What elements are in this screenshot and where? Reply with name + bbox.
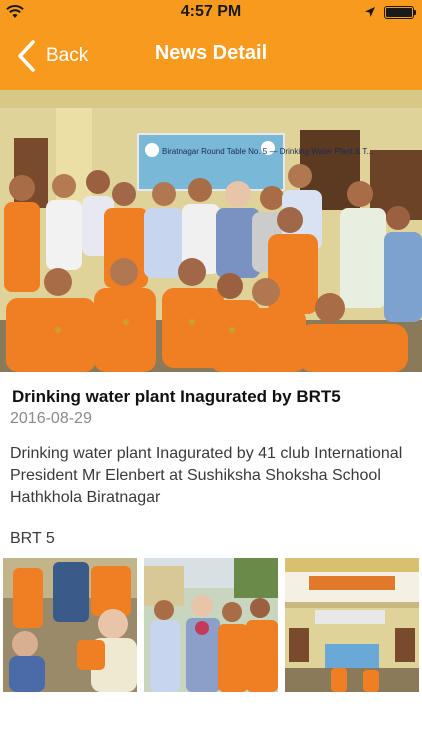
chevron-left-icon [18, 40, 35, 72]
gallery-photo-2[interactable] [144, 558, 278, 692]
news-title: Drinking water plant Inagurated by BRT5 [12, 387, 341, 406]
app-header: 4:57 PM Back News Detail [0, 0, 422, 90]
status-bar: 4:57 PM [0, 0, 422, 26]
banner-text: Biratnagar Round Table No. 5 — Drinking … [162, 147, 373, 156]
news-date: 2016-08-29 [10, 410, 92, 427]
gallery-label: BRT 5 [10, 530, 55, 547]
back-label: Back [46, 45, 89, 66]
gallery-photo-1[interactable] [3, 558, 137, 692]
battery-tip [414, 10, 416, 15]
news-body: Drinking water plant Inagurated by 41 cl… [10, 445, 403, 506]
gallery-photo-3[interactable] [285, 558, 419, 692]
location-arrow-icon [365, 7, 375, 17]
back-button[interactable]: Back [14, 38, 88, 74]
status-time: 4:57 PM [180, 3, 242, 20]
hero-photo: Biratnagar Round Table No. 5 — Drinking … [0, 90, 422, 372]
battery-icon [384, 6, 414, 19]
